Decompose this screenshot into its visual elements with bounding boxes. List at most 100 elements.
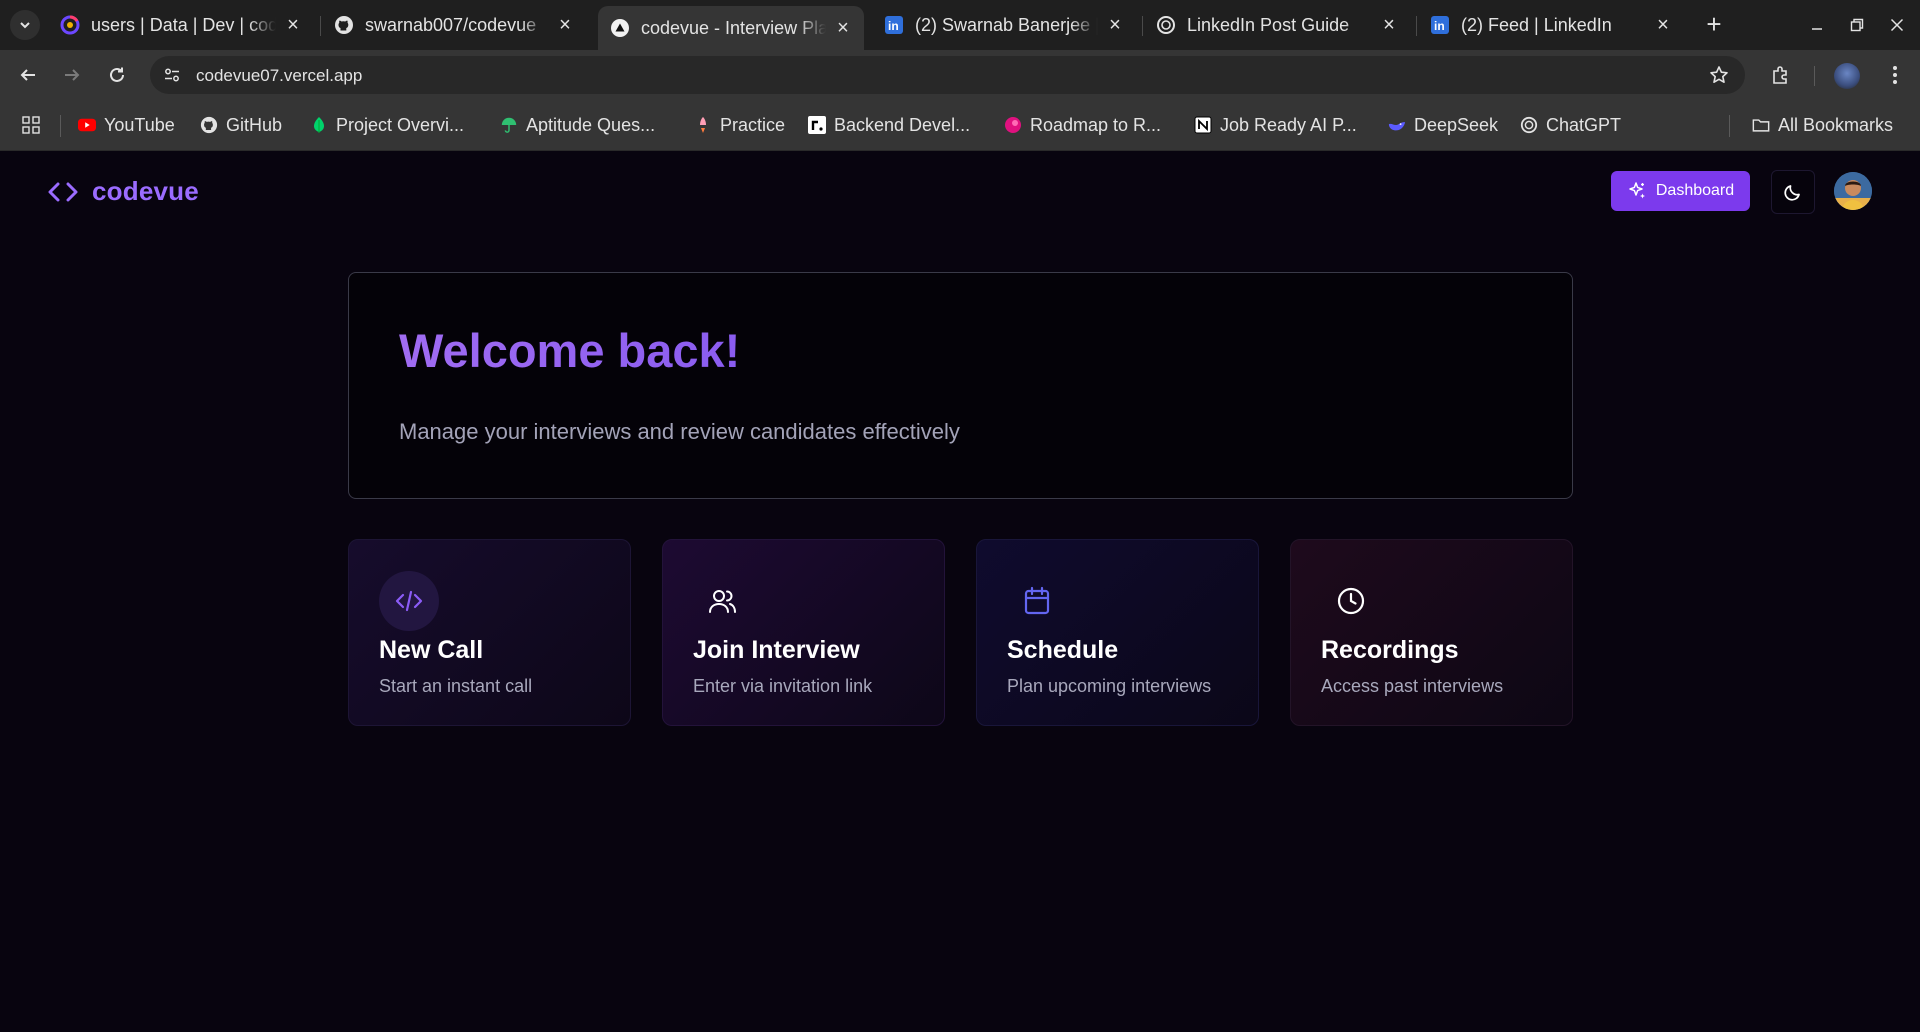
tab-close-icon[interactable]: × <box>834 18 852 38</box>
chatgpt-icon <box>1520 116 1538 134</box>
svg-text:in: in <box>888 19 899 33</box>
bookmark-chatgpt[interactable]: ChatGPT <box>1520 113 1621 137</box>
sparkles-icon <box>1629 182 1645 199</box>
chatgpt-icon <box>1156 15 1176 35</box>
profile-avatar[interactable] <box>1834 63 1860 89</box>
bookmark-label: Roadmap to R... <box>1030 114 1162 135</box>
browser-tab-2[interactable]: swarnab007/codevue × <box>322 8 586 42</box>
card-subtitle: Access past interviews <box>1321 676 1504 696</box>
linkedin-icon: in <box>884 15 904 35</box>
tab-title: swarnab007/codevue <box>365 14 537 35</box>
umbrella-icon <box>500 116 518 134</box>
user-avatar[interactable] <box>1834 172 1872 210</box>
tab-separator <box>320 16 321 36</box>
tab-close-icon[interactable]: × <box>1654 15 1672 35</box>
github-icon <box>200 116 218 134</box>
deepseek-icon <box>1388 116 1406 134</box>
bookmark-github[interactable]: GitHub <box>200 113 282 137</box>
code-icon <box>379 571 439 631</box>
join-interview-card[interactable]: Join Interview Enter via invitation link <box>662 539 945 726</box>
site-info-icon[interactable] <box>160 63 184 87</box>
browser-toolbar: codevue07.vercel.app <box>0 50 1920 100</box>
tab-separator <box>1142 16 1143 36</box>
bookmark-job-ready[interactable]: Job Ready AI P... <box>1194 113 1357 137</box>
youtube-icon <box>78 116 96 134</box>
tab-close-icon[interactable]: × <box>556 15 574 35</box>
reload-button[interactable] <box>102 60 132 90</box>
minimize-icon <box>1812 28 1822 30</box>
mongodb-icon <box>310 116 328 134</box>
tab-close-icon[interactable]: × <box>1380 15 1398 35</box>
tab-title: (2) Feed | LinkedIn <box>1461 14 1612 35</box>
welcome-subtitle: Manage your interviews and review candid… <box>399 419 960 444</box>
bookmark-label: Practice <box>720 114 786 135</box>
bookmark-deepseek[interactable]: DeepSeek <box>1388 113 1498 137</box>
browser-tab-6[interactable]: in (2) Feed | LinkedIn × <box>1418 8 1684 42</box>
restore-icon <box>1850 18 1864 32</box>
browser-tab-3-active[interactable]: codevue - Interview Platform × <box>598 6 864 50</box>
reload-icon <box>110 67 124 82</box>
bookmarks-bar: YouTube GitHub Project Overvi... Aptitud… <box>0 100 1920 151</box>
bookmark-label: YouTube <box>104 114 175 135</box>
recordings-card[interactable]: Recordings Access past interviews <box>1290 539 1573 726</box>
back-button[interactable] <box>13 60 43 90</box>
dashboard-button[interactable]: Dashboard <box>1611 171 1750 211</box>
notion-icon <box>1194 116 1212 134</box>
brand-name: codevue <box>92 176 199 206</box>
browser-tab-4[interactable]: in (2) Swarnab Banerjee | LinkedIn × <box>872 8 1136 42</box>
tab-title: users | Data | Dev | codevue <box>91 14 276 35</box>
bookmark-aptitude[interactable]: Aptitude Ques... <box>500 113 655 137</box>
browser-menu-button[interactable] <box>1880 60 1910 90</box>
arrow-left-icon <box>20 69 35 81</box>
moon-icon <box>1784 185 1800 201</box>
bookmark-separator <box>60 115 61 137</box>
browser-tab-1[interactable]: users | Data | Dev | codevue × <box>48 8 314 42</box>
card-subtitle: Enter via invitation link <box>693 676 873 696</box>
browser-tab-5[interactable]: LinkedIn Post Guide × <box>1144 8 1410 42</box>
forward-button[interactable] <box>57 60 87 90</box>
welcome-panel: Welcome back! Manage your interviews and… <box>348 272 1573 499</box>
close-window-button[interactable] <box>1882 12 1912 38</box>
bookmark-practice[interactable]: Practice <box>694 113 785 137</box>
bookmark-label: ChatGPT <box>1546 114 1622 135</box>
url-text[interactable]: codevue07.vercel.app <box>196 66 362 86</box>
tab-separator <box>1416 16 1417 36</box>
tab-search-button[interactable] <box>10 10 40 40</box>
svg-text:in: in <box>1434 19 1445 33</box>
clock-icon <box>1321 571 1381 631</box>
minimize-button[interactable] <box>1802 12 1832 38</box>
all-bookmarks-button[interactable]: All Bookmarks <box>1752 113 1893 137</box>
tab-title: codevue - Interview Platform <box>641 17 826 38</box>
new-call-card[interactable]: New Call Start an instant call <box>348 539 631 726</box>
all-bookmarks-label: All Bookmarks <box>1778 114 1894 135</box>
tab-close-icon[interactable]: × <box>1106 15 1124 35</box>
vercel-icon <box>610 18 630 38</box>
bookmark-label: GitHub <box>226 114 283 135</box>
bookmark-youtube[interactable]: YouTube <box>78 113 175 137</box>
schedule-card[interactable]: Schedule Plan upcoming interviews <box>976 539 1259 726</box>
welcome-title: Welcome back! <box>399 324 741 377</box>
new-tab-button[interactable]: + <box>1699 10 1729 40</box>
arrow-right-icon <box>65 69 80 81</box>
users-icon <box>693 571 753 631</box>
bookmark-star-icon[interactable] <box>1709 65 1729 85</box>
bookmark-label: DeepSeek <box>1414 114 1499 135</box>
restore-button[interactable] <box>1842 12 1872 38</box>
bookmark-label: Aptitude Ques... <box>526 114 656 135</box>
card-title: Schedule <box>1007 636 1119 664</box>
address-bar[interactable]: codevue07.vercel.app <box>150 56 1745 94</box>
code-brackets-icon <box>48 182 78 201</box>
dashboard-label: Dashboard <box>1655 182 1735 199</box>
close-icon <box>1890 18 1904 32</box>
extensions-button[interactable] <box>1766 60 1796 90</box>
tab-close-icon[interactable]: × <box>284 15 302 35</box>
bookmark-backend-developer[interactable]: Backend Devel... <box>808 113 970 137</box>
more-vertical-icon <box>1893 66 1897 84</box>
apps-button[interactable] <box>22 113 40 137</box>
brand-logo[interactable]: codevue <box>48 176 199 207</box>
bookmark-roadmap[interactable]: Roadmap to R... <box>1004 113 1161 137</box>
theme-toggle-button[interactable] <box>1771 170 1815 214</box>
bookmark-label: Project Overvi... <box>336 114 465 135</box>
calendar-icon <box>1007 571 1067 631</box>
bookmark-project-overview[interactable]: Project Overvi... <box>310 113 464 137</box>
